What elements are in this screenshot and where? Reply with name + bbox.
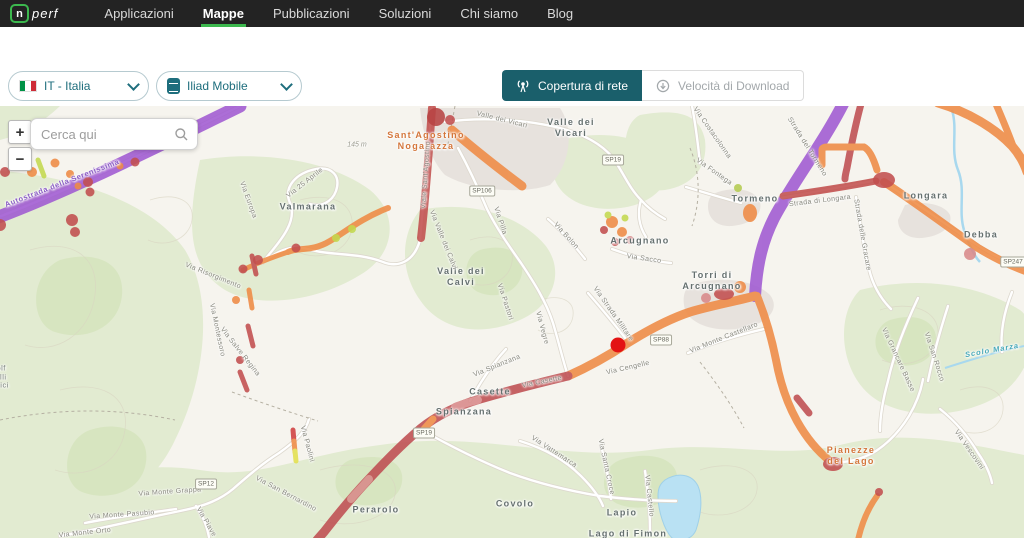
operator-selector-value: Iliad Mobile [187, 79, 248, 93]
nav-item-pubblicazioni[interactable]: Pubblicazioni [271, 0, 352, 27]
search-input[interactable] [31, 126, 167, 142]
chevron-down-icon [127, 77, 140, 91]
operator-selector[interactable]: Iliad Mobile [156, 71, 302, 101]
antenna-icon [517, 79, 529, 92]
zoom-out-button[interactable]: − [8, 147, 32, 171]
search-icon [175, 127, 188, 140]
country-selector-value: IT - Italia [44, 79, 91, 93]
nperf-logo-text: perf [32, 6, 59, 21]
nav-item-chi-siamo[interactable]: Chi siamo [458, 0, 520, 27]
map-canvas [0, 106, 1024, 538]
top-navbar: n perf Applicazioni Mappe Pubblicazioni … [0, 0, 1024, 27]
download-icon [656, 79, 670, 92]
map-mode-toggle: Copertura di rete Velocità di Download [502, 70, 805, 101]
download-speed-mode-button[interactable]: Velocità di Download [642, 70, 805, 101]
nperf-logo[interactable]: n perf [10, 4, 58, 23]
nav-item-applicazioni[interactable]: Applicazioni [102, 0, 175, 27]
coverage-mode-button[interactable]: Copertura di rete [502, 70, 643, 101]
coverage-map[interactable]: Valmarana Valle dei Vicari Sant'Agostino N… [0, 106, 1024, 538]
map-zoom-controls: + − [8, 120, 32, 171]
sim-card-icon [167, 78, 180, 94]
download-mode-label: Velocità di Download [678, 78, 790, 93]
nav-item-blog[interactable]: Blog [545, 0, 575, 27]
chevron-down-icon [280, 77, 293, 91]
italy-flag-icon [19, 80, 37, 92]
coverage-mode-label: Copertura di rete [538, 78, 629, 93]
nav-item-soluzioni[interactable]: Soluzioni [377, 0, 434, 27]
country-selector[interactable]: IT - Italia [8, 71, 149, 101]
map-search [30, 118, 198, 150]
zoom-in-button[interactable]: + [8, 120, 32, 144]
nperf-logo-icon: n [10, 4, 29, 23]
nav-menu: Applicazioni Mappe Pubblicazioni Soluzio… [102, 0, 575, 27]
nav-item-mappe[interactable]: Mappe [201, 0, 246, 27]
